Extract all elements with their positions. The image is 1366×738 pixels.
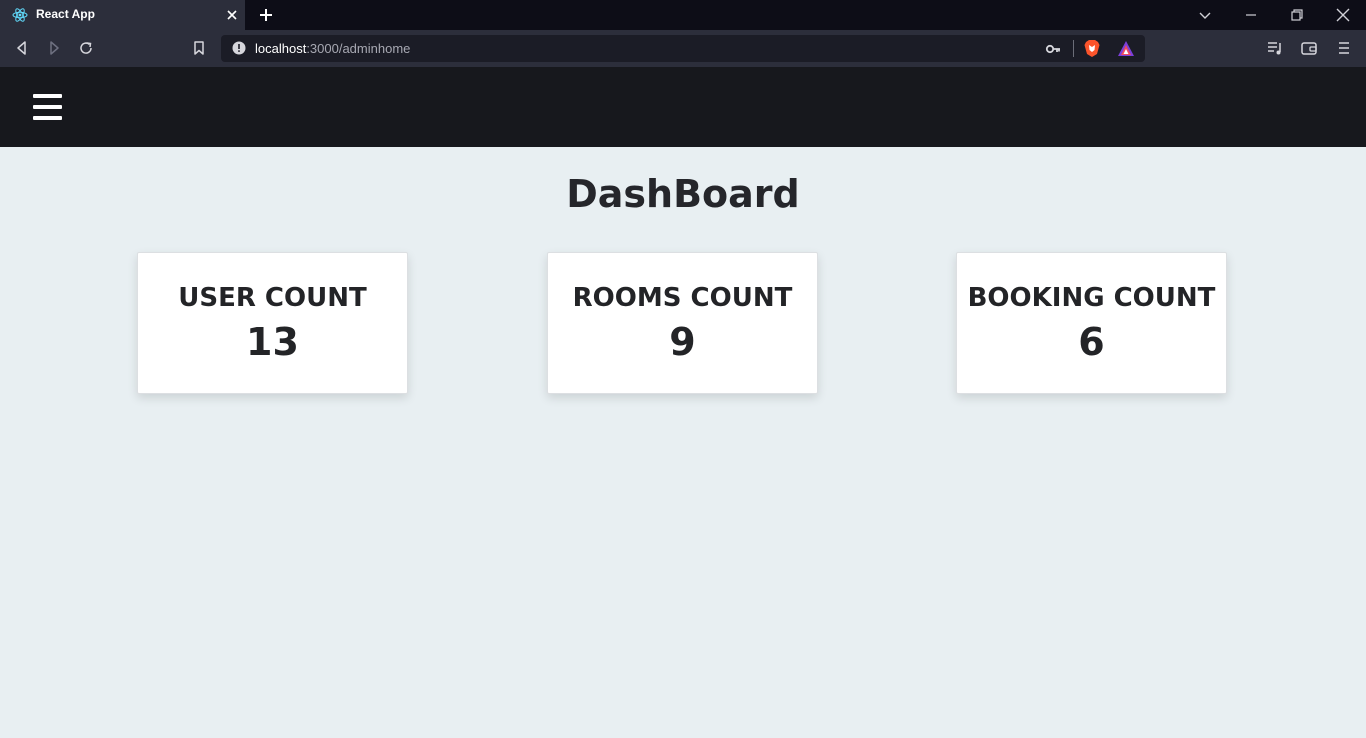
rooms-count-card: ROOMS COUNT 9 [547,252,818,394]
wallet-icon[interactable] [1300,39,1318,57]
back-icon[interactable] [13,39,31,57]
url-path: :3000/adminhome [306,41,411,56]
user-count-card: USER COUNT 13 [137,252,408,394]
react-logo-icon [12,8,28,22]
browser-toolbar: localhost:3000/adminhome [0,30,1366,67]
menu-icon[interactable] [1335,39,1353,57]
new-tab-icon[interactable] [257,6,275,24]
close-tab-icon[interactable] [224,7,240,23]
user-count-label: USER COUNT [178,283,367,313]
address-bar[interactable]: localhost:3000/adminhome [221,35,1145,62]
booking-count-value: 6 [1078,320,1105,364]
address-bar-divider [1073,40,1074,57]
brave-shields-icon[interactable] [1083,39,1101,58]
booking-count-label: BOOKING COUNT [967,283,1216,313]
forward-icon[interactable] [45,39,63,57]
user-count-value: 13 [246,320,299,364]
rooms-count-label: ROOMS COUNT [572,283,793,313]
browser-tab-strip: React App [0,0,1366,30]
url-host: localhost [255,41,307,56]
url-text[interactable]: localhost:3000/adminhome [255,41,410,56]
close-window-icon[interactable] [1333,5,1353,25]
restore-icon[interactable] [1287,5,1307,25]
bookmark-icon[interactable] [190,39,208,57]
tab-search-chevron-icon[interactable] [1195,5,1215,25]
reload-icon[interactable] [77,39,95,57]
browser-tab-title: React App [36,7,95,21]
hamburger-icon[interactable] [33,94,63,121]
app-header [0,67,1366,147]
minimize-icon[interactable] [1241,5,1261,25]
playlist-icon[interactable] [1266,39,1284,57]
booking-count-card: BOOKING COUNT 6 [956,252,1227,394]
site-info-icon[interactable] [232,41,246,55]
key-icon[interactable] [1045,41,1061,57]
page-title: DashBoard [566,172,800,216]
browser-tab[interactable]: React App [0,0,245,30]
rooms-count-value: 9 [669,320,696,364]
brave-rewards-icon[interactable] [1117,40,1135,57]
